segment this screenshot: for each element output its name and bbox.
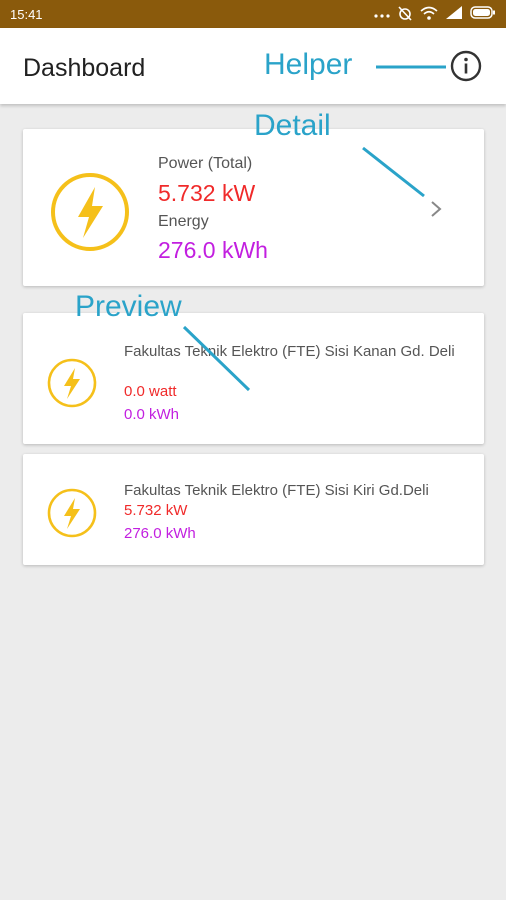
- device-name: Fakultas Teknik Elektro (FTE) Sisi Kiri …: [124, 482, 429, 499]
- lightning-icon: [47, 488, 97, 543]
- device-card[interactable]: Fakultas Teknik Elektro (FTE) Sisi Kanan…: [23, 313, 484, 444]
- device-energy: 276.0 kWh: [124, 525, 196, 542]
- device-energy: 0.0 kWh: [124, 406, 180, 423]
- app-bar: Dashboard: [0, 28, 506, 104]
- helper-annotation: Helper: [264, 48, 353, 81]
- device-power: 0.0 watt: [124, 383, 177, 400]
- battery-icon: [470, 6, 496, 22]
- power-label: Power (Total): [158, 155, 253, 172]
- lightning-icon: [47, 358, 97, 413]
- device-card[interactable]: Fakultas Teknik Elektro (FTE) Sisi Kiri …: [23, 454, 484, 565]
- chevron-right-icon[interactable]: [429, 199, 443, 224]
- lightning-icon: [50, 172, 130, 257]
- preview-annotation: Preview: [75, 290, 182, 323]
- status-icons: [374, 5, 496, 24]
- more-dots-icon: [374, 7, 390, 22]
- detail-annotation: Detail: [254, 109, 331, 142]
- info-icon: [450, 50, 482, 87]
- energy-label: Energy: [158, 213, 209, 230]
- signal-icon: [445, 6, 463, 22]
- energy-value: 276.0 kWh: [158, 237, 268, 263]
- info-button[interactable]: [450, 50, 482, 87]
- power-value: 5.732 kW: [158, 180, 256, 206]
- page-title: Dashboard: [23, 54, 146, 82]
- wifi-icon: [420, 6, 438, 23]
- alarm-off-icon: [397, 5, 413, 24]
- status-bar: 15:41: [0, 0, 506, 28]
- summary-card[interactable]: Power (Total) 5.732 kW Energy 276.0 kWh: [23, 129, 484, 286]
- status-time: 15:41: [10, 6, 43, 22]
- device-power: 5.732 kW: [124, 502, 188, 519]
- device-name: Fakultas Teknik Elektro (FTE) Sisi Kanan…: [124, 343, 455, 360]
